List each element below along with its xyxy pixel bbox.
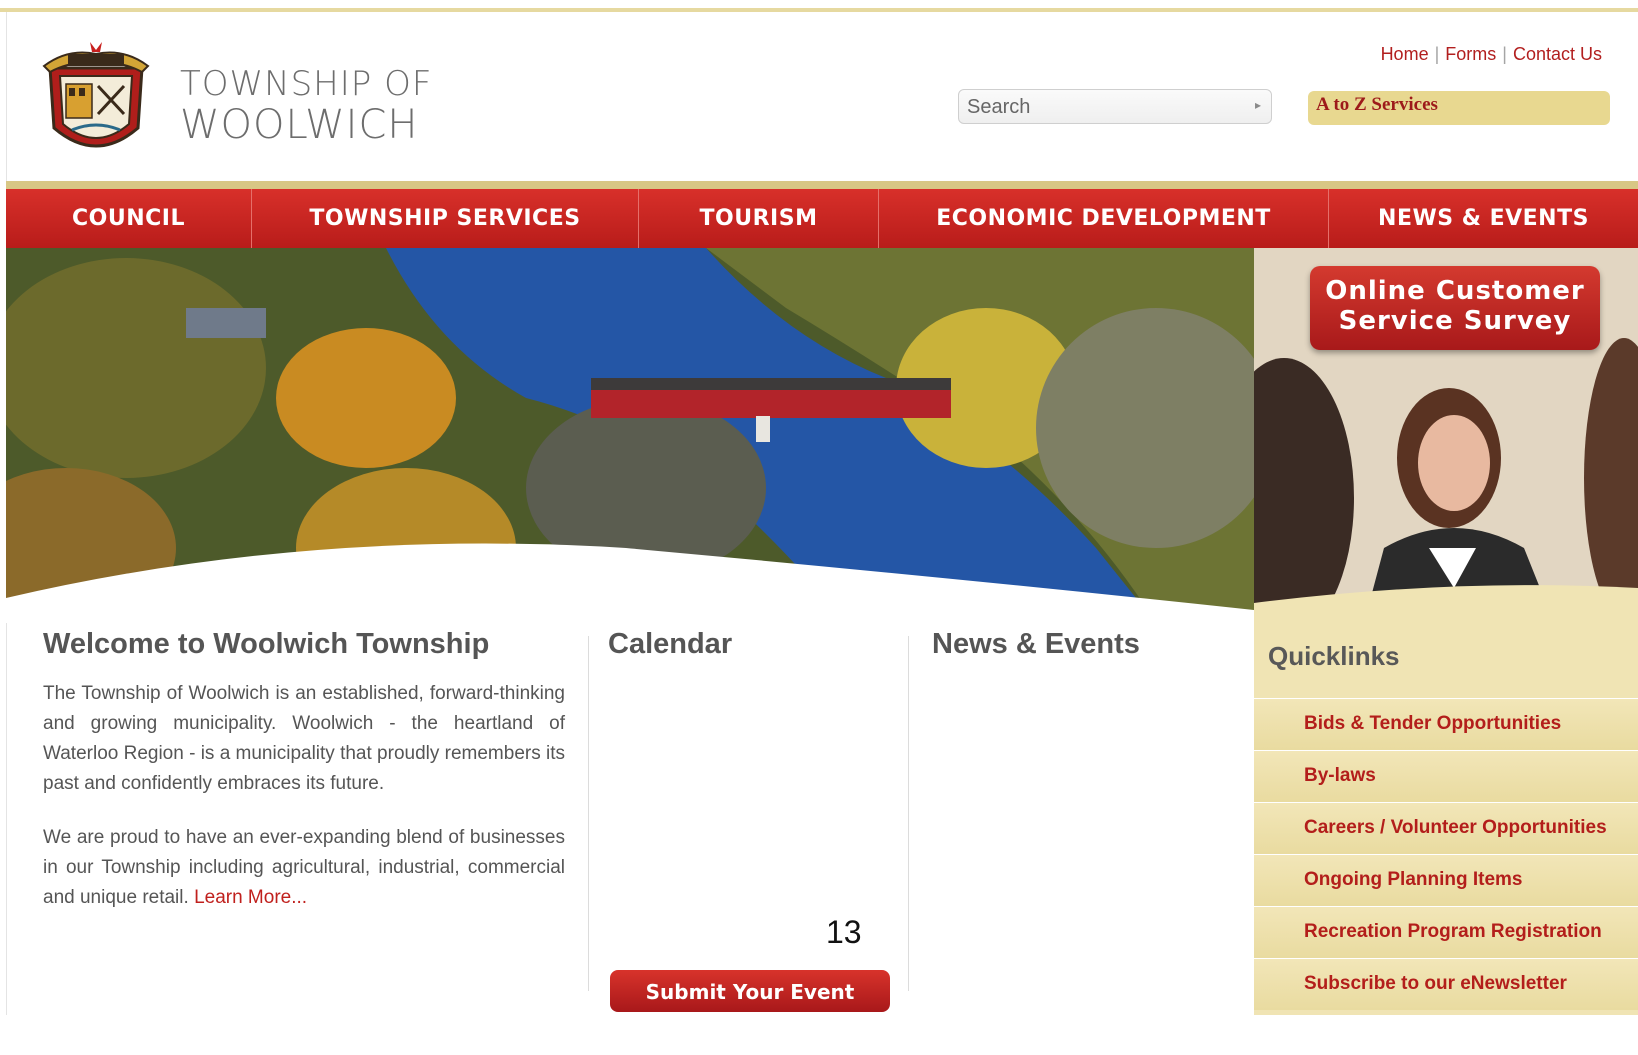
link-separator: |: [1434, 44, 1440, 64]
nav-tourism[interactable]: TOURISM: [639, 189, 879, 248]
forms-link[interactable]: Forms: [1445, 44, 1496, 64]
top-border: [0, 0, 1638, 12]
quicklink-recreation-registration[interactable]: Recreation Program Registration: [1304, 921, 1602, 942]
calendar-section: Calendar: [608, 628, 888, 661]
quicklinks-panel: Quicklinks Bids & Tender Opportunities B…: [1254, 623, 1638, 1015]
calendar-heading: Calendar: [608, 628, 733, 660]
quicklink-item: Bids & Tender Opportunities: [1254, 698, 1638, 750]
survey-banner: Online Customer Service Survey: [1254, 248, 1638, 623]
quicklink-item: By-laws: [1254, 750, 1638, 802]
welcome-heading: Welcome to Woolwich Township: [43, 628, 490, 660]
quicklink-item: Subscribe to our eNewsletter: [1254, 958, 1638, 1010]
column-divider: [908, 636, 909, 991]
quicklink-item: Recreation Program Registration: [1254, 906, 1638, 958]
a-to-z-services-label: A to Z Services: [1316, 94, 1438, 115]
quicklink-careers[interactable]: Careers / Volunteer Opportunities: [1304, 817, 1607, 838]
home-link[interactable]: Home: [1381, 44, 1429, 64]
search-box: ▸: [958, 89, 1272, 124]
quicklink-bids-tenders[interactable]: Bids & Tender Opportunities: [1304, 713, 1561, 734]
news-section: News & Events: [932, 628, 1222, 661]
quicklinks-heading: Quicklinks: [1268, 641, 1400, 671]
quicklink-item: Ongoing Planning Items: [1254, 854, 1638, 906]
welcome-paragraph-1: The Township of Woolwich is an establish…: [43, 683, 565, 794]
contact-us-link[interactable]: Contact Us: [1513, 44, 1602, 64]
submit-event-button[interactable]: Submit Your Event Online: [610, 970, 890, 1046]
brand-title-line1: TOWNSHIP OF: [180, 64, 433, 104]
hero-image-covered-bridge: [6, 248, 1254, 623]
search-submit-icon[interactable]: ▸: [1255, 98, 1261, 112]
nav-council[interactable]: COUNCIL: [6, 189, 252, 248]
quicklink-item: Careers / Volunteer Opportunities: [1254, 802, 1638, 854]
brand-title-line2: WOOLWICH: [180, 102, 419, 148]
main-nav: COUNCIL TOWNSHIP SERVICES TOURISM ECONOM…: [6, 189, 1638, 248]
news-heading: News & Events: [932, 628, 1140, 660]
quicklink-enewsletter[interactable]: Subscribe to our eNewsletter: [1304, 973, 1567, 994]
welcome-paragraph-2: We are proud to have an ever-expanding b…: [43, 823, 565, 913]
survey-label-line2: Service Survey: [1338, 306, 1572, 336]
quicklink-bylaws[interactable]: By-laws: [1304, 765, 1376, 786]
nav-gold-strip: [6, 181, 1638, 189]
nav-economic-development[interactable]: ECONOMIC DEVELOPMENT: [879, 189, 1329, 248]
quicklink-planning-items[interactable]: Ongoing Planning Items: [1304, 869, 1523, 890]
page-number: 13: [826, 914, 862, 950]
a-to-z-services-button[interactable]: A to Z Services: [1308, 91, 1610, 125]
search-input[interactable]: [965, 93, 1239, 121]
welcome-section: Welcome to Woolwich Township The Townshi…: [43, 628, 565, 913]
township-crest-logo[interactable]: [38, 40, 154, 164]
nav-news-events[interactable]: NEWS & EVENTS: [1329, 189, 1638, 248]
quicklinks-list: Bids & Tender Opportunities By-laws Care…: [1254, 698, 1638, 1010]
link-separator: |: [1502, 44, 1507, 64]
learn-more-link[interactable]: Learn More...: [194, 887, 307, 908]
nav-township-services[interactable]: TOWNSHIP SERVICES: [252, 189, 639, 248]
online-survey-button[interactable]: Online Customer Service Survey: [1310, 266, 1600, 350]
survey-label-line1: Online Customer: [1325, 276, 1585, 306]
utility-links: Home | Forms | Contact Us: [1381, 44, 1602, 65]
column-divider: [588, 636, 589, 991]
